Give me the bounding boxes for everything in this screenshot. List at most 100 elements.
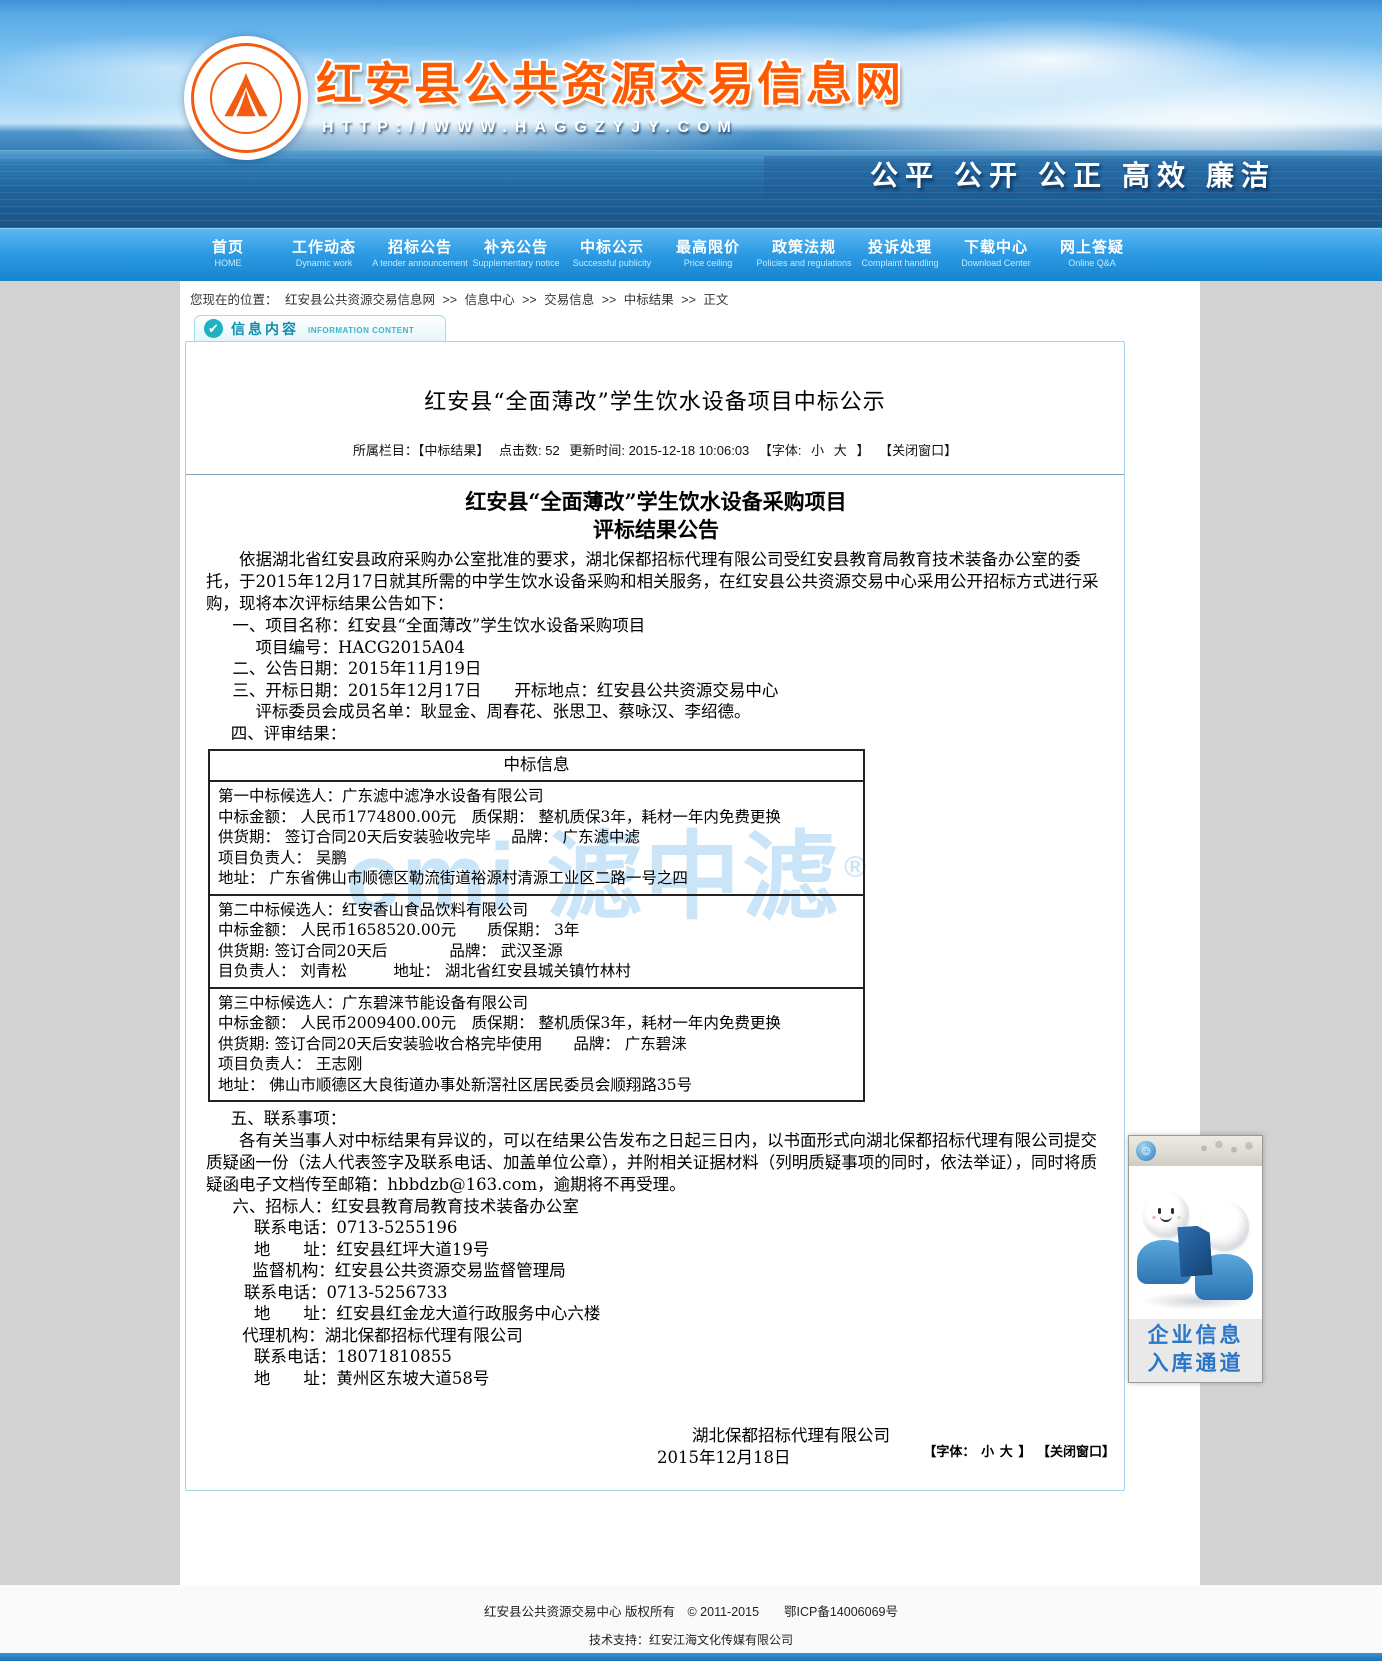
nav-items: 首页 HOME 工作动态 Dynamic work 招标公告 A tender … xyxy=(180,229,1140,281)
folder-icon xyxy=(1177,1225,1212,1277)
article-heading-2: 评标结果公告 xyxy=(206,516,1106,544)
table-row: 项目负责人： 王志刚 xyxy=(218,1054,855,1075)
breadcrumb-separator: >> xyxy=(443,293,458,307)
meta-clicks: 点击数: 52 xyxy=(499,443,560,458)
list-item: 四、评审结果： xyxy=(206,723,1106,745)
widget-header: ☺ xyxy=(1129,1136,1262,1166)
nav-label: 招标公告 xyxy=(372,236,468,257)
nav-sublabel: Complaint handling xyxy=(852,258,948,268)
nav-sublabel: Policies and regulations xyxy=(756,258,852,268)
site-slogan: 公平 公开 公正 高效 廉洁 xyxy=(764,156,1382,198)
site-logo xyxy=(184,36,308,160)
table-row: 供货期: 签订合同20天后安装验收合格完毕使用 品牌： 广东碧涞 xyxy=(218,1034,855,1055)
main-column: 您现在的位置： 红安县公共资源交易信息网 >> 信息中心 >> 交易信息 >> … xyxy=(180,281,1200,1585)
nav-item-price-ceiling[interactable]: 最高限价 Price ceiling xyxy=(660,229,756,281)
breadcrumb-home[interactable]: 红安县公共资源交易信息网 xyxy=(285,293,435,307)
figure-blush xyxy=(1152,1216,1156,1219)
page: 红安县公共资源交易信息网 HTTP://WWW.HAGGZYJY.COM 公平 … xyxy=(0,0,1382,1661)
logo-emblem-icon xyxy=(216,66,276,128)
table-row: 项目负责人： 吴鹏 xyxy=(218,848,855,869)
breadcrumb-info-center[interactable]: 信息中心 xyxy=(465,293,515,307)
widget-caption: 企业信息 入库通道 xyxy=(1129,1319,1262,1382)
article-meta: 所属栏目：【中标结果】 点击数: 52 更新时间: 2015-12-18 10:… xyxy=(186,440,1124,459)
table-row: 中标金额： 人民币1658520.00元 质保期： 3年 xyxy=(218,920,855,941)
nav-label: 工作动态 xyxy=(276,236,372,257)
nav-sublabel: Price ceiling xyxy=(660,258,756,268)
nav-label: 政策法规 xyxy=(756,236,852,257)
breadcrumb-trade-info[interactable]: 交易信息 xyxy=(544,293,594,307)
table-row: 目负责人： 刘青松 地址： 湖北省红安县城关镇竹林村 xyxy=(218,961,855,982)
section5-paragraph: 各有关当事人对中标结果有异议的，可以在结果公告发布之日起三日内，以书面形式向湖北… xyxy=(206,1130,1106,1196)
font-small-button[interactable]: 小 xyxy=(981,1444,994,1459)
table-row: 供货期： 签订合同20天后安装验收完毕 品牌： 广东滤中滤 xyxy=(218,827,855,848)
nav-label: 最高限价 xyxy=(660,236,756,257)
section6-line: 地 址：黄州区东坡大道58号 xyxy=(206,1368,1106,1390)
widget-caption-line2: 入库通道 xyxy=(1129,1350,1262,1378)
list-item: 三、开标日期：2015年12月17日 开标地点：红安县公共资源交易中心 xyxy=(206,680,1106,702)
nav-item-tender-announcement[interactable]: 招标公告 A tender announcement xyxy=(372,229,468,281)
table-row: 地址： 广东省佛山市顺德区勒流街道裕源村清源工业区二路一号之四 xyxy=(218,868,855,889)
nav-item-winning-publicity[interactable]: 中标公示 Successful publicity xyxy=(564,229,660,281)
table-row: 第三中标候选人：广东碧涞节能设备有限公司 xyxy=(218,993,855,1014)
section6-line: 联系电话：0713-5255196 xyxy=(206,1217,1106,1239)
nav-item-online-qa[interactable]: 网上答疑 Online Q&A xyxy=(1044,229,1140,281)
nav-item-complaint-handling[interactable]: 投诉处理 Complaint handling xyxy=(852,229,948,281)
font-small-button[interactable]: 小 xyxy=(811,443,824,458)
nav-sublabel: HOME xyxy=(180,258,276,268)
section6-line: 联系电话：18071810855 xyxy=(206,1346,1106,1368)
list-item: 二、公告日期：2015年11月19日 xyxy=(206,658,1106,680)
figure-blush xyxy=(1177,1216,1181,1219)
list-item: 项目编号：HACG2015A04 xyxy=(206,637,1106,659)
font-large-button[interactable]: 大 xyxy=(834,443,847,458)
note-font-suffix: 】 xyxy=(1018,1444,1031,1459)
nav-label: 下载中心 xyxy=(948,236,1044,257)
nav-sublabel: A tender announcement xyxy=(372,258,468,268)
breadcrumb-bid-results[interactable]: 中标结果 xyxy=(624,293,674,307)
tech-support-text: 技术支持：红安江海文化传媒有限公司 xyxy=(0,1631,1382,1648)
nav-label: 投诉处理 xyxy=(852,236,948,257)
copyright-text: 红安县公共资源交易中心 版权所有 © 2011-2015 鄂ICP备140060… xyxy=(0,1585,1382,1620)
table-row: 第二中标候选人：红安香山食品饮料有限公司 xyxy=(218,900,855,921)
section5-title: 五、联系事项： xyxy=(206,1108,1106,1130)
breadcrumb: 您现在的位置： 红安县公共资源交易信息网 >> 信息中心 >> 交易信息 >> … xyxy=(190,289,732,308)
enterprise-info-entry-banner[interactable]: ☺ 企业信息 入库通道 xyxy=(1128,1135,1263,1383)
breadcrumb-separator: >> xyxy=(681,293,696,307)
award-candidate-1: 第一中标候选人：广东滤中滤净水设备有限公司 中标金额： 人民币1774800.0… xyxy=(210,782,863,896)
nav-sublabel: Dynamic work xyxy=(276,258,372,268)
site-footer: 红安县公共资源交易中心 版权所有 © 2011-2015 鄂ICP备140060… xyxy=(0,1585,1382,1653)
table-row: 地址： 佛山市顺德区大良街道办事处新滘社区居民委员会顺翔路35号 xyxy=(218,1075,855,1096)
table-row: 供货期: 签订合同20天后 品牌： 武汉圣源 xyxy=(218,941,855,962)
section6-line: 联系电话：0713-5256733 xyxy=(206,1282,1106,1304)
award-candidate-3: 第三中标候选人：广东碧涞节能设备有限公司 中标金额： 人民币2009400.00… xyxy=(210,989,863,1101)
meta-font-prefix: 【字体: xyxy=(759,443,802,458)
nav-sublabel: Download Center xyxy=(948,258,1044,268)
nav-item-download-center[interactable]: 下载中心 Download Center xyxy=(948,229,1044,281)
award-table: 中标信息 第一中标候选人：广东滤中滤净水设备有限公司 中标金额： 人民币1774… xyxy=(208,749,865,1102)
nav-item-supplementary-notice[interactable]: 补充公告 Supplementary notice xyxy=(468,229,564,281)
nav-sublabel: Successful publicity xyxy=(564,258,660,268)
nav-sublabel: Online Q&A xyxy=(1044,258,1140,268)
list-item: 评标委员会成员名单：耿显金、周春花、张思卫、蔡咏汉、李绍德。 xyxy=(206,701,1106,723)
nav-item-home[interactable]: 首页 HOME xyxy=(180,229,276,281)
section6-line: 地 址：红安县红金龙大道行政服务中心六楼 xyxy=(206,1303,1106,1325)
nav-label: 中标公示 xyxy=(564,236,660,257)
meta-updated: 更新时间: 2015-12-18 10:06:03 xyxy=(569,443,749,458)
figure-eye xyxy=(1171,1208,1174,1214)
section6-line: 六、招标人：红安县教育局教育技术装备办公室 xyxy=(206,1196,1106,1218)
article-heading-1: 红安县“全面薄改”学生饮水设备采购项目 xyxy=(206,488,1106,516)
nav-item-policies[interactable]: 政策法规 Policies and regulations xyxy=(756,229,852,281)
table-row: 第一中标候选人：广东滤中滤净水设备有限公司 xyxy=(218,786,855,807)
close-window-button[interactable]: 【关闭窗口】 xyxy=(1037,1444,1115,1459)
breadcrumb-prefix: 您现在的位置： xyxy=(190,293,278,307)
award-table-header: 中标信息 xyxy=(210,751,863,782)
page-title: 红安县“全面薄改”学生饮水设备项目中标公示 xyxy=(186,384,1124,416)
close-window-button[interactable]: 【关闭窗口】 xyxy=(879,443,957,458)
list-item: 一、项目名称：红安县“全面薄改”学生饮水设备采购项目 xyxy=(206,615,1106,637)
font-large-button[interactable]: 大 xyxy=(1000,1444,1013,1459)
nav-item-dynamic-work[interactable]: 工作动态 Dynamic work xyxy=(276,229,372,281)
breadcrumb-separator: >> xyxy=(522,293,537,307)
breadcrumb-current: 正文 xyxy=(703,293,728,307)
award-candidate-2: 第二中标候选人：红安香山食品饮料有限公司 中标金额： 人民币1658520.00… xyxy=(210,896,863,989)
figures-illustration xyxy=(1129,1166,1262,1319)
intro-paragraph: 依据湖北省红安县政府采购办公室批准的要求，湖北保都招标代理有限公司受红安县教育局… xyxy=(206,549,1106,615)
